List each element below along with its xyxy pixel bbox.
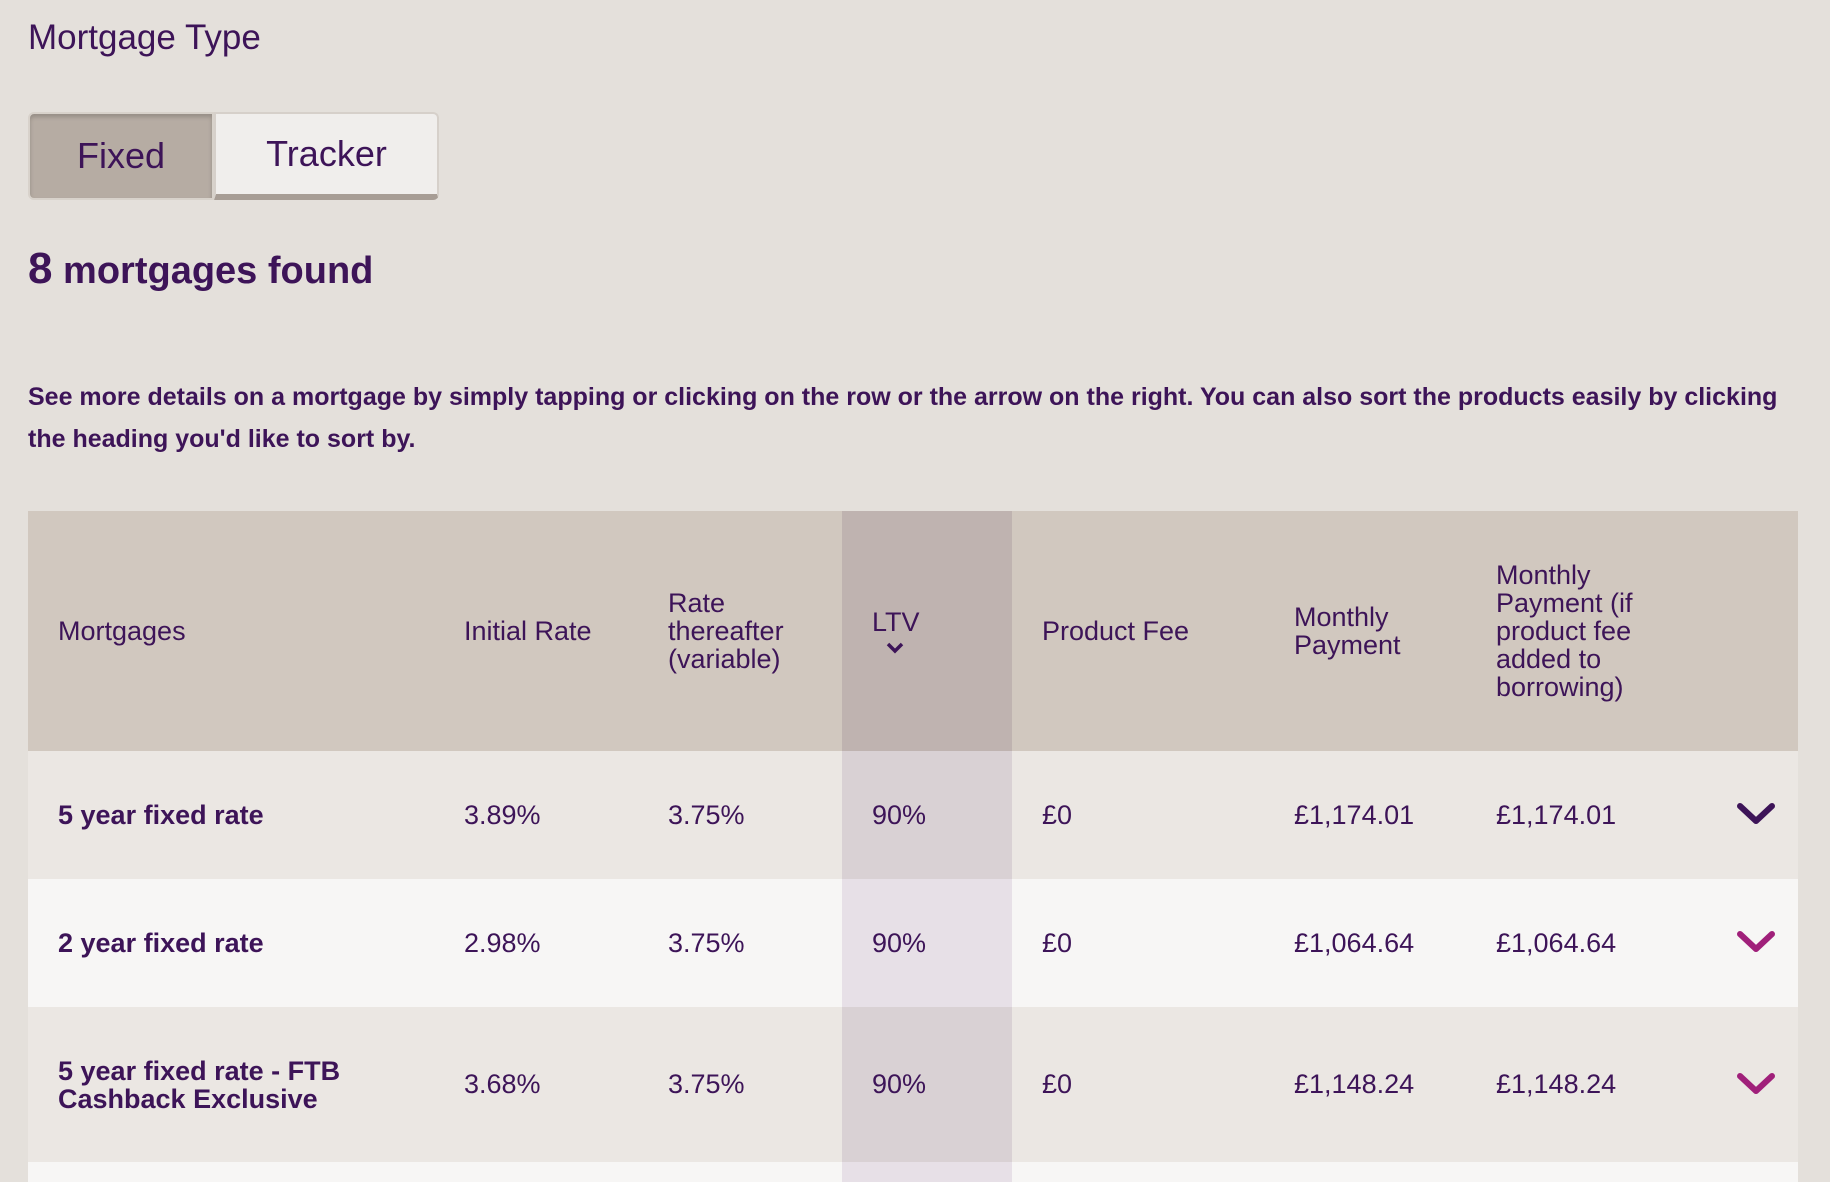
row-product-fee: £0 <box>1012 1007 1264 1162</box>
row-rate-thereafter: 3.75% <box>638 879 842 1007</box>
partial-cell <box>434 1162 638 1182</box>
row-ltv: 90% <box>842 879 1012 1007</box>
header-rate-thereafter-label: Rate thereafter (variable) <box>668 588 784 674</box>
chevron-down-icon[interactable] <box>1736 801 1776 829</box>
row-monthly-payment-fee: £1,064.64 <box>1466 879 1696 1007</box>
row-ltv: 90% <box>842 751 1012 879</box>
row-initial-rate: 3.89% <box>434 751 638 879</box>
results-count: 8 mortgages found <box>28 244 373 294</box>
header-mortgages[interactable]: Mortgages <box>28 511 434 751</box>
header-initial-rate-label: Initial Rate <box>464 616 592 646</box>
results-count-label: mortgages found <box>63 250 374 292</box>
row-expand-button[interactable] <box>1696 1007 1798 1162</box>
partial-cell <box>638 1162 842 1182</box>
chevron-down-icon[interactable] <box>1736 929 1776 957</box>
header-monthly-payment-fee-label: Monthly Payment (if product fee added to… <box>1496 560 1633 702</box>
header-expand <box>1696 511 1798 751</box>
header-product-fee-label: Product Fee <box>1042 616 1190 646</box>
row-monthly-payment: £1,174.01 <box>1264 751 1466 879</box>
chevron-down-icon <box>886 642 904 654</box>
row-product-fee: £0 <box>1012 879 1264 1007</box>
mortgage-type-title: Mortgage Type <box>28 18 261 57</box>
row-expand-button[interactable] <box>1696 751 1798 879</box>
row-name[interactable]: 5 year fixed rate - FTB Cashback Exclusi… <box>28 1007 434 1162</box>
row-monthly-payment-fee: £1,174.01 <box>1466 751 1696 879</box>
row-monthly-payment-fee: £1,148.24 <box>1466 1007 1696 1162</box>
header-ltv-label: LTV <box>872 607 920 637</box>
header-monthly-payment-label: Monthly Payment <box>1294 602 1401 660</box>
row-name-label: 5 year fixed rate - FTB Cashback Exclusi… <box>58 1055 341 1114</box>
row-monthly-payment: £1,148.24 <box>1264 1007 1466 1162</box>
partial-cell <box>1696 1162 1798 1182</box>
header-initial-rate[interactable]: Initial Rate <box>434 511 638 751</box>
header-rate-thereafter[interactable]: Rate thereafter (variable) <box>638 511 842 751</box>
partial-cell <box>1012 1162 1264 1182</box>
results-count-number: 8 <box>28 244 53 293</box>
header-mortgages-label: Mortgages <box>58 616 186 646</box>
row-initial-rate: 3.68% <box>434 1007 638 1162</box>
tracker-toggle-button[interactable]: Tracker <box>214 112 439 200</box>
row-product-fee: £0 <box>1012 751 1264 879</box>
partial-cell <box>1264 1162 1466 1182</box>
row-initial-rate: 2.98% <box>434 879 638 1007</box>
header-monthly-payment[interactable]: Monthly Payment <box>1264 511 1466 751</box>
partial-cell <box>1466 1162 1696 1182</box>
header-product-fee[interactable]: Product Fee <box>1012 511 1264 751</box>
mortgage-table: Mortgages Initial Rate Rate thereafter (… <box>28 511 1798 1182</box>
fixed-toggle-button[interactable]: Fixed <box>28 112 214 200</box>
header-ltv[interactable]: LTV <box>842 511 1012 751</box>
partial-cell <box>28 1162 434 1182</box>
partial-cell <box>842 1162 1012 1182</box>
row-name[interactable]: 2 year fixed rate <box>28 879 434 1007</box>
row-monthly-payment: £1,064.64 <box>1264 879 1466 1007</box>
intro-text: See more details on a mortgage by simply… <box>28 383 1778 453</box>
row-name[interactable]: 5 year fixed rate <box>28 751 434 879</box>
row-expand-button[interactable] <box>1696 879 1798 1007</box>
row-rate-thereafter: 3.75% <box>638 1007 842 1162</box>
header-monthly-payment-fee[interactable]: Monthly Payment (if product fee added to… <box>1466 511 1696 751</box>
mortgage-type-toggle: Fixed Tracker <box>28 112 439 200</box>
row-ltv: 90% <box>842 1007 1012 1162</box>
row-rate-thereafter: 3.75% <box>638 751 842 879</box>
chevron-down-icon[interactable] <box>1736 1071 1776 1099</box>
